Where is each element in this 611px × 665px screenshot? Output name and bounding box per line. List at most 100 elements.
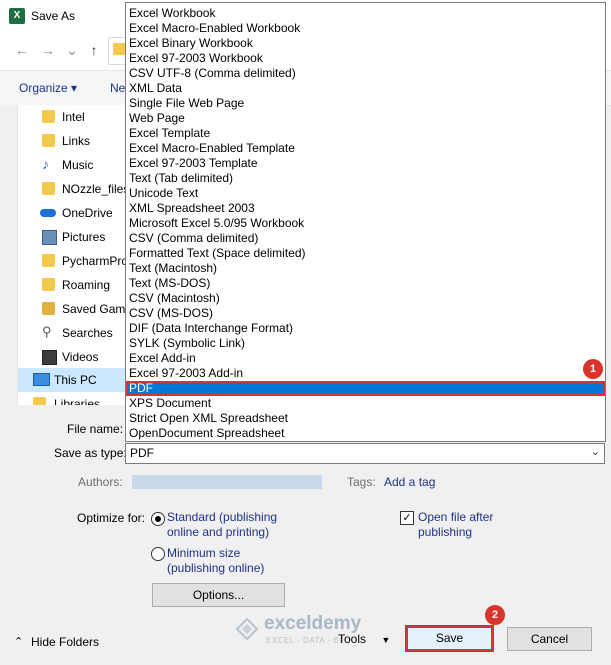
organize-menu[interactable]: Organize ▾ [19,81,77,95]
dropdown-option[interactable]: XPS Document [126,396,605,411]
new-folder-button[interactable]: Ne [110,81,125,95]
dropdown-option[interactable]: OpenDocument Spreadsheet [126,426,605,441]
open-after-line2: publishing [418,525,473,539]
folder-icon [42,278,55,291]
recent-chevron-icon[interactable]: ⌄ [64,42,80,58]
options-button[interactable]: Options... [152,583,285,607]
cloud-icon [40,209,56,217]
dropdown-option[interactable]: CSV (Macintosh) [126,291,605,306]
dropdown-option[interactable]: Unicode Text [126,186,605,201]
forward-arrow-icon[interactable]: → [40,42,56,58]
dropdown-option[interactable]: Microsoft Excel 5.0/95 Workbook [126,216,605,231]
file-name-label: File name: [67,422,124,436]
sidebar-item-label: Music [62,158,94,172]
authors-label: Authors: [78,475,123,489]
folder-icon [42,110,55,123]
dropdown-option[interactable]: Excel Template [126,126,605,141]
save-options-panel: File name: Save as type: PDF ⌄ Authors: … [0,405,611,665]
sidebar-item-label: Videos [62,350,99,364]
sidebar-item-music[interactable]: ♪ Music [0,153,132,177]
sidebar-item-label: Intel [62,110,85,124]
hide-folders-label: Hide Folders [31,635,100,649]
back-arrow-icon[interactable]: ← [14,42,30,58]
save-button[interactable]: Save [405,625,494,652]
folder-icon [42,182,55,195]
dropdown-option[interactable]: Strict Open XML Spreadsheet [126,411,605,426]
dropdown-option[interactable]: Text (MS-DOS) [126,276,605,291]
dropdown-option[interactable]: Single File Web Page [126,96,605,111]
sidebar-item-intel[interactable]: Intel [0,105,132,129]
dropdown-option[interactable]: XML Spreadsheet 2003 [126,201,605,216]
dropdown-option[interactable]: Formatted Text (Space delimited) [126,246,605,261]
link-icon [42,134,55,147]
minimum-size-radio[interactable] [151,547,165,561]
sidebar-item-label: Roaming [62,278,111,292]
dropdown-option[interactable]: Web Page [126,111,605,126]
sidebar-item-label: PycharmPro [62,254,129,268]
dropdown-option[interactable]: Excel Workbook [126,6,605,21]
exceldemy-logo-icon [235,617,259,641]
sidebar-item-nozzle-files[interactable]: NOzzle_files [0,177,132,201]
window-title: Save As [31,9,76,23]
authors-field[interactable] [132,475,322,489]
dropdown-option[interactable]: Excel Macro-Enabled Template [126,141,605,156]
tools-label: Tools [338,632,367,646]
video-icon [42,350,57,365]
sidebar-item-onedrive[interactable]: OneDrive [0,201,132,225]
standard-label-line2: online and printing) [167,525,270,539]
sidebar-item-pycharm[interactable]: PycharmPro [0,249,132,273]
navigation-scrollbar[interactable] [0,105,18,405]
add-tag-link[interactable]: Add a tag [384,475,435,489]
dropdown-option[interactable]: Excel 97-2003 Add-in [126,366,605,381]
sidebar-item-this-pc[interactable]: This PC [0,368,132,392]
standard-label-line1: Standard (publishing [167,510,278,524]
tags-label: Tags: [347,475,376,489]
standard-radio-label[interactable]: Standard (publishing online and printing… [167,510,277,540]
dropdown-option[interactable]: Excel 97-2003 Template [126,156,605,171]
sidebar-item-searches[interactable]: ⚲ Searches [0,321,132,345]
dropdown-option[interactable]: CSV (Comma delimited) [126,231,605,246]
chevron-down-icon: ▼ [381,635,391,645]
save-as-type-select[interactable]: PDF ⌄ [125,443,605,464]
libraries-icon [33,397,46,405]
sidebar-item-saved-games[interactable]: Saved Game [0,297,132,321]
sidebar-item-label: Libraries [54,397,101,405]
sidebar-item-roaming[interactable]: Roaming [0,273,132,297]
open-after-publishing-label[interactable]: Open file after publishing [418,510,493,540]
search-icon: ⚲ [42,324,52,339]
folder-icon [42,254,55,267]
chevron-down-icon: ⌄ [590,446,600,458]
save-as-type-dropdown-list[interactable]: Excel Workbook Excel Macro-Enabled Workbo… [125,2,606,442]
minimum-size-radio-label[interactable]: Minimum size (publishing online) [167,546,264,576]
sidebar-item-pictures[interactable]: Pictures [0,225,132,249]
dropdown-option[interactable]: XML Data [126,81,605,96]
excel-icon: X [9,8,25,24]
dropdown-option[interactable]: CSV UTF-8 (Comma delimited) [126,66,605,81]
dropdown-option[interactable]: Excel Add-in [126,351,605,366]
sidebar-item-links[interactable]: Links [0,129,132,153]
up-arrow-icon[interactable]: ↑ [86,42,102,58]
dropdown-option[interactable]: Text (Macintosh) [126,261,605,276]
pictures-icon [42,230,57,245]
cancel-button[interactable]: Cancel [507,627,592,651]
computer-icon [33,373,50,386]
open-after-publishing-checkbox[interactable]: ✓ [400,511,414,525]
sidebar-item-label: OneDrive [62,206,113,220]
sidebar-item-libraries[interactable]: Libraries [0,392,132,405]
standard-radio[interactable] [151,512,165,526]
tools-menu[interactable]: Tools ▼ [338,632,390,646]
dropdown-option[interactable]: Excel Macro-Enabled Workbook [126,21,605,36]
dropdown-option[interactable]: SYLK (Symbolic Link) [126,336,605,351]
dropdown-option[interactable]: Excel Binary Workbook [126,36,605,51]
sidebar-item-videos[interactable]: Videos [0,345,132,369]
dropdown-option[interactable]: Text (Tab delimited) [126,171,605,186]
sidebar-item-label: Pictures [62,230,106,244]
step-badge-1: 1 [583,359,603,379]
dropdown-option[interactable]: CSV (MS-DOS) [126,306,605,321]
sidebar-item-label: Searches [62,326,113,340]
minimum-label-line1: Minimum size [167,546,241,560]
dropdown-option[interactable]: PDF [126,381,605,396]
dropdown-option[interactable]: Excel 97-2003 Workbook [126,51,605,66]
dropdown-option[interactable]: DIF (Data Interchange Format) [126,321,605,336]
sidebar-item-label: This PC [54,373,97,387]
